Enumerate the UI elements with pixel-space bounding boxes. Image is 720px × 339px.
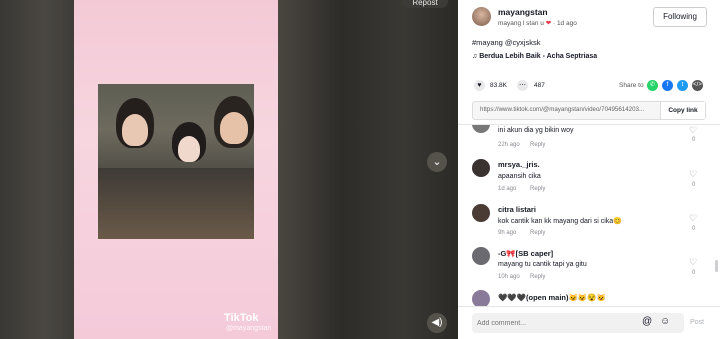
avatar[interactable] [472,7,491,26]
chevron-down-icon[interactable]: ⌄ [427,152,447,172]
comment-text: mayang tu cantik tapi ya gitu [498,261,587,268]
facebook-icon[interactable]: f [662,80,673,91]
comment-author[interactable]: -G🎀[SB caper] [498,249,553,258]
comment-like-count: 0 [692,226,696,232]
comment-time: 10h ago [498,274,520,280]
embed-icon[interactable]: </> [692,80,703,91]
video-blur-left [0,0,74,339]
video-frame [98,84,254,239]
copy-link-button[interactable]: Copy link [660,102,705,119]
comment-text: kok cantik kan kk mayang dari si cika😊 [498,218,622,225]
tiktok-watermark-user: @mayangstan [226,325,272,332]
comment-list: ini akun dia yg bikin woy 22h ago Reply … [458,125,720,306]
author-username[interactable]: mayangstan [498,7,548,17]
author-nickname: mayang l stan u [498,20,544,27]
person-2-face [178,136,200,162]
comment-time: 9h ago [498,230,517,236]
comment-author[interactable]: citra listari [498,205,536,214]
avatar[interactable] [472,247,490,265]
following-button[interactable]: Following [653,7,707,27]
footer-divider [458,306,720,307]
add-comment-input[interactable] [472,313,684,333]
comment-like-icon[interactable]: ♡ [689,257,697,268]
volume-icon[interactable]: ◀) [427,313,447,333]
reply-button[interactable]: Reply [530,230,545,236]
reply-button[interactable]: Reply [530,274,545,280]
video-player[interactable]: TikTok @mayangstan [74,0,278,339]
avatar[interactable] [472,290,490,306]
tiktok-watermark-logo: TikTok [224,312,259,324]
comment-scrollbar[interactable] [715,260,718,272]
comment-text: apaansih cika [498,173,541,180]
comment-like-count: 0 [692,270,696,276]
emoji-icon[interactable]: ☺ [660,316,670,327]
music-line[interactable]: ♫ Berdua Lebih Baik - Acha Septriasa [472,53,597,60]
comment-time: 22h ago [498,142,520,148]
share-to-label: Share to [619,82,644,89]
comment-text: ini akun dia yg bikin woy [498,127,574,134]
comment-like-icon[interactable]: ♡ [689,169,697,180]
post-caption: #mayang @cyxjsksk [472,38,541,47]
like-heart-icon[interactable]: ♥ [474,80,485,91]
twitter-icon[interactable]: t [677,80,688,91]
comment-like-icon[interactable]: ♡ [689,125,697,136]
video-frame-bottom [98,168,254,239]
mention-icon[interactable]: @ [642,316,652,327]
reply-button[interactable]: Reply [530,142,545,148]
comment-author[interactable]: 🖤🖤🖤(open main)😺😺😵😺 [498,293,606,302]
avatar[interactable] [472,204,490,222]
post-comment-button[interactable]: Post [690,319,704,326]
whatsapp-icon[interactable]: ✆ [647,80,658,91]
like-count: 83.8K [490,82,507,89]
author-subline: mayang l stan u ❤ · 1d ago [498,20,577,27]
repost-button[interactable]: Repost [402,0,448,8]
person-1-face [122,114,148,146]
heart-emoji: ❤ [545,20,552,27]
avatar[interactable] [472,125,490,133]
author-time: 1d ago [556,20,577,27]
comment-like-icon[interactable]: ♡ [689,213,697,224]
music-title: Berdua Lebih Baik - Acha Septriasa [479,53,598,60]
person-3-face [220,112,248,144]
comment-like-count: 0 [692,182,696,188]
comment-time: 1d ago [498,186,517,192]
comment-like-count: 0 [692,137,696,143]
comment-count: 487 [534,82,545,89]
comment-icon[interactable]: ⋯ [517,80,528,91]
video-link-url[interactable]: https://www.tiktok.com/@mayangstan/video… [480,106,658,113]
comment-author[interactable]: mrsya._jris. [498,160,540,169]
avatar[interactable] [472,159,490,177]
video-link-box: https://www.tiktok.com/@mayangstan/video… [472,101,706,120]
reply-button[interactable]: Reply [530,186,545,192]
